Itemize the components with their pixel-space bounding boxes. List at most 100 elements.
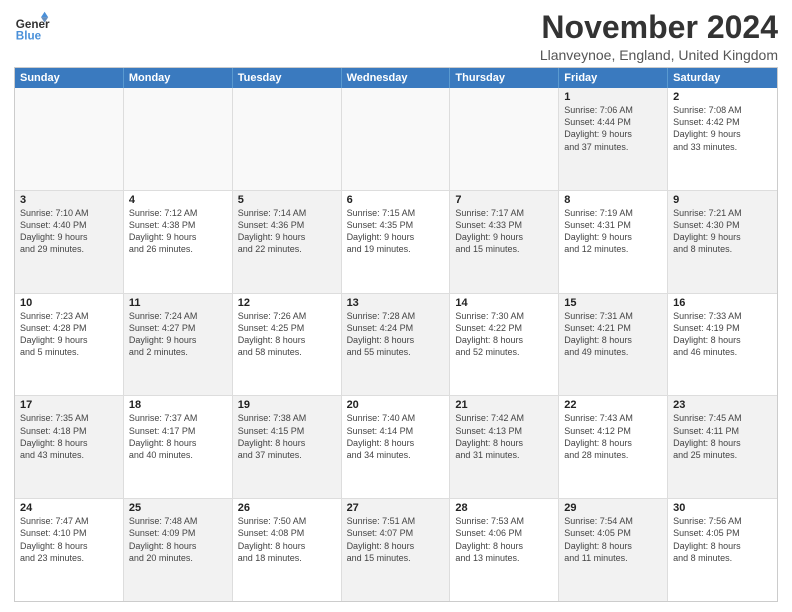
day-number: 8 (564, 194, 662, 206)
day-info: Sunrise: 7:23 AM Sunset: 4:28 PM Dayligh… (20, 310, 118, 359)
calendar-cell: 24Sunrise: 7:47 AM Sunset: 4:10 PM Dayli… (15, 499, 124, 601)
header-thursday: Thursday (450, 68, 559, 88)
day-number: 17 (20, 399, 118, 411)
day-number: 11 (129, 297, 227, 309)
calendar-cell (15, 88, 124, 190)
day-info: Sunrise: 7:43 AM Sunset: 4:12 PM Dayligh… (564, 412, 662, 461)
calendar-cell (450, 88, 559, 190)
calendar-cell: 13Sunrise: 7:28 AM Sunset: 4:24 PM Dayli… (342, 294, 451, 396)
calendar-cell: 20Sunrise: 7:40 AM Sunset: 4:14 PM Dayli… (342, 396, 451, 498)
day-number: 27 (347, 502, 445, 514)
calendar-cell: 17Sunrise: 7:35 AM Sunset: 4:18 PM Dayli… (15, 396, 124, 498)
logo-icon: General Blue (14, 10, 50, 46)
day-info: Sunrise: 7:28 AM Sunset: 4:24 PM Dayligh… (347, 310, 445, 359)
day-number: 18 (129, 399, 227, 411)
day-number: 20 (347, 399, 445, 411)
day-number: 30 (673, 502, 772, 514)
day-info: Sunrise: 7:40 AM Sunset: 4:14 PM Dayligh… (347, 412, 445, 461)
calendar-cell: 28Sunrise: 7:53 AM Sunset: 4:06 PM Dayli… (450, 499, 559, 601)
day-number: 1 (564, 91, 662, 103)
day-info: Sunrise: 7:17 AM Sunset: 4:33 PM Dayligh… (455, 207, 553, 256)
calendar-header: Sunday Monday Tuesday Wednesday Thursday… (15, 68, 777, 88)
calendar-cell: 4Sunrise: 7:12 AM Sunset: 4:38 PM Daylig… (124, 191, 233, 293)
day-info: Sunrise: 7:15 AM Sunset: 4:35 PM Dayligh… (347, 207, 445, 256)
calendar-cell: 9Sunrise: 7:21 AM Sunset: 4:30 PM Daylig… (668, 191, 777, 293)
calendar-cell: 22Sunrise: 7:43 AM Sunset: 4:12 PM Dayli… (559, 396, 668, 498)
calendar-row-3: 17Sunrise: 7:35 AM Sunset: 4:18 PM Dayli… (15, 395, 777, 498)
calendar-row-4: 24Sunrise: 7:47 AM Sunset: 4:10 PM Dayli… (15, 498, 777, 601)
day-number: 22 (564, 399, 662, 411)
calendar-cell: 26Sunrise: 7:50 AM Sunset: 4:08 PM Dayli… (233, 499, 342, 601)
day-info: Sunrise: 7:35 AM Sunset: 4:18 PM Dayligh… (20, 412, 118, 461)
calendar-cell: 1Sunrise: 7:06 AM Sunset: 4:44 PM Daylig… (559, 88, 668, 190)
day-number: 7 (455, 194, 553, 206)
day-number: 19 (238, 399, 336, 411)
calendar-cell: 15Sunrise: 7:31 AM Sunset: 4:21 PM Dayli… (559, 294, 668, 396)
day-info: Sunrise: 7:37 AM Sunset: 4:17 PM Dayligh… (129, 412, 227, 461)
day-info: Sunrise: 7:47 AM Sunset: 4:10 PM Dayligh… (20, 515, 118, 564)
calendar-row-2: 10Sunrise: 7:23 AM Sunset: 4:28 PM Dayli… (15, 293, 777, 396)
header-row: General Blue November 2024 Llanveynoe, E… (14, 10, 778, 63)
header-wednesday: Wednesday (342, 68, 451, 88)
day-number: 25 (129, 502, 227, 514)
day-number: 28 (455, 502, 553, 514)
day-number: 14 (455, 297, 553, 309)
calendar-cell (233, 88, 342, 190)
day-info: Sunrise: 7:56 AM Sunset: 4:05 PM Dayligh… (673, 515, 772, 564)
month-title: November 2024 (540, 10, 778, 45)
day-info: Sunrise: 7:33 AM Sunset: 4:19 PM Dayligh… (673, 310, 772, 359)
day-info: Sunrise: 7:26 AM Sunset: 4:25 PM Dayligh… (238, 310, 336, 359)
calendar-row-1: 3Sunrise: 7:10 AM Sunset: 4:40 PM Daylig… (15, 190, 777, 293)
day-number: 15 (564, 297, 662, 309)
header-monday: Monday (124, 68, 233, 88)
calendar: Sunday Monday Tuesday Wednesday Thursday… (14, 67, 778, 602)
day-info: Sunrise: 7:53 AM Sunset: 4:06 PM Dayligh… (455, 515, 553, 564)
header-saturday: Saturday (668, 68, 777, 88)
title-block: November 2024 Llanveynoe, England, Unite… (540, 10, 778, 63)
location-title: Llanveynoe, England, United Kingdom (540, 47, 778, 63)
calendar-cell: 8Sunrise: 7:19 AM Sunset: 4:31 PM Daylig… (559, 191, 668, 293)
calendar-body: 1Sunrise: 7:06 AM Sunset: 4:44 PM Daylig… (15, 88, 777, 601)
day-info: Sunrise: 7:31 AM Sunset: 4:21 PM Dayligh… (564, 310, 662, 359)
day-info: Sunrise: 7:54 AM Sunset: 4:05 PM Dayligh… (564, 515, 662, 564)
calendar-cell: 23Sunrise: 7:45 AM Sunset: 4:11 PM Dayli… (668, 396, 777, 498)
day-number: 5 (238, 194, 336, 206)
day-info: Sunrise: 7:48 AM Sunset: 4:09 PM Dayligh… (129, 515, 227, 564)
calendar-cell: 7Sunrise: 7:17 AM Sunset: 4:33 PM Daylig… (450, 191, 559, 293)
calendar-cell: 2Sunrise: 7:08 AM Sunset: 4:42 PM Daylig… (668, 88, 777, 190)
day-number: 13 (347, 297, 445, 309)
day-number: 24 (20, 502, 118, 514)
calendar-cell: 16Sunrise: 7:33 AM Sunset: 4:19 PM Dayli… (668, 294, 777, 396)
day-number: 16 (673, 297, 772, 309)
calendar-row-0: 1Sunrise: 7:06 AM Sunset: 4:44 PM Daylig… (15, 88, 777, 190)
header-tuesday: Tuesday (233, 68, 342, 88)
calendar-cell: 3Sunrise: 7:10 AM Sunset: 4:40 PM Daylig… (15, 191, 124, 293)
day-info: Sunrise: 7:45 AM Sunset: 4:11 PM Dayligh… (673, 412, 772, 461)
day-number: 9 (673, 194, 772, 206)
day-number: 21 (455, 399, 553, 411)
svg-text:Blue: Blue (16, 30, 42, 43)
page: General Blue November 2024 Llanveynoe, E… (0, 0, 792, 612)
calendar-cell: 5Sunrise: 7:14 AM Sunset: 4:36 PM Daylig… (233, 191, 342, 293)
day-info: Sunrise: 7:10 AM Sunset: 4:40 PM Dayligh… (20, 207, 118, 256)
calendar-cell: 10Sunrise: 7:23 AM Sunset: 4:28 PM Dayli… (15, 294, 124, 396)
day-info: Sunrise: 7:24 AM Sunset: 4:27 PM Dayligh… (129, 310, 227, 359)
day-info: Sunrise: 7:06 AM Sunset: 4:44 PM Dayligh… (564, 104, 662, 153)
day-number: 2 (673, 91, 772, 103)
day-info: Sunrise: 7:14 AM Sunset: 4:36 PM Dayligh… (238, 207, 336, 256)
day-number: 26 (238, 502, 336, 514)
day-number: 29 (564, 502, 662, 514)
calendar-cell: 12Sunrise: 7:26 AM Sunset: 4:25 PM Dayli… (233, 294, 342, 396)
calendar-cell: 25Sunrise: 7:48 AM Sunset: 4:09 PM Dayli… (124, 499, 233, 601)
calendar-cell (342, 88, 451, 190)
calendar-cell: 29Sunrise: 7:54 AM Sunset: 4:05 PM Dayli… (559, 499, 668, 601)
logo: General Blue (14, 10, 50, 46)
calendar-cell (124, 88, 233, 190)
calendar-cell: 30Sunrise: 7:56 AM Sunset: 4:05 PM Dayli… (668, 499, 777, 601)
day-info: Sunrise: 7:19 AM Sunset: 4:31 PM Dayligh… (564, 207, 662, 256)
day-number: 10 (20, 297, 118, 309)
calendar-cell: 11Sunrise: 7:24 AM Sunset: 4:27 PM Dayli… (124, 294, 233, 396)
calendar-cell: 14Sunrise: 7:30 AM Sunset: 4:22 PM Dayli… (450, 294, 559, 396)
day-info: Sunrise: 7:38 AM Sunset: 4:15 PM Dayligh… (238, 412, 336, 461)
day-info: Sunrise: 7:50 AM Sunset: 4:08 PM Dayligh… (238, 515, 336, 564)
